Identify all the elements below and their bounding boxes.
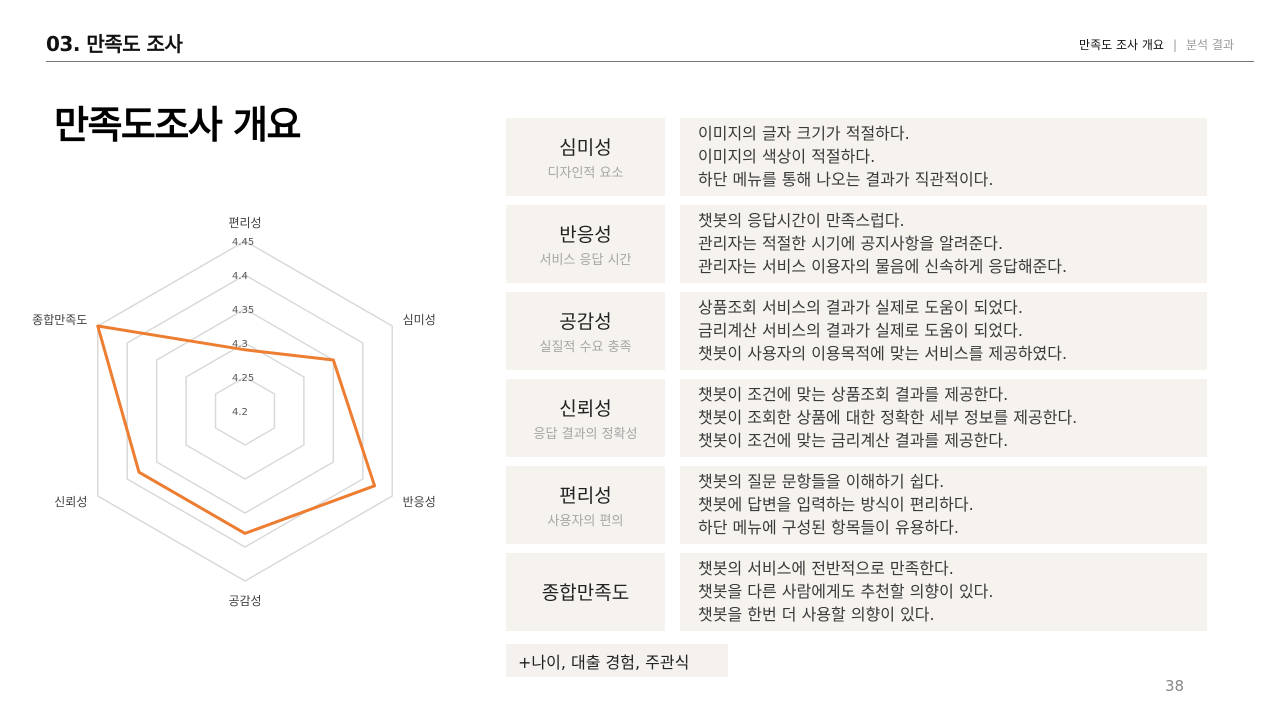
description-line: 상품조회 서비스의 결과가 실제로 도움이 되었다. — [698, 298, 1023, 317]
category-name: 종합만족도 — [541, 581, 630, 604]
category-name: 심미성 — [559, 137, 612, 159]
description-line: 챗봇이 조회한 상품에 대한 정확한 세부 정보를 제공한다. — [698, 408, 1078, 427]
description-line: 관리자는 서비스 이용자의 물음에 신속하게 응답해준다. — [698, 257, 1068, 276]
category-row: 종합만족도 챗봇의 서비스에 전반적으로 만족한다. 챗봇을 다른 사람에게도 … — [506, 553, 1207, 631]
description-line: 하단 메뉴에 구성된 항목들이 유용하다. — [698, 518, 959, 537]
category-description: 챗봇의 서비스에 전반적으로 만족한다. 챗봇을 다른 사람에게도 추천할 의향… — [680, 553, 1207, 631]
description-line: 챗봇에 답변을 입력하는 방식이 편리하다. — [698, 495, 974, 514]
category-name: 신뢰성 — [559, 398, 612, 420]
category-cell: 종합만족도 — [506, 553, 665, 631]
radar-axis-label: 공감성 — [228, 594, 261, 608]
radar-axis-label: 심미성 — [403, 313, 436, 327]
category-subtitle: 실질적 수요 충족 — [539, 340, 632, 355]
page-number: 38 — [1165, 677, 1185, 695]
category-subtitle: 디자인적 요소 — [547, 166, 624, 181]
category-description: 챗봇의 질문 문항들을 이해하기 쉽다. 챗봇에 답변을 입력하는 방식이 편리… — [680, 466, 1207, 544]
category-description: 챗봇이 조건에 맞는 상품조회 결과를 제공한다. 챗봇이 조회한 상품에 대한… — [680, 379, 1207, 457]
extra-note: +나이, 대출 경험, 주관식 — [506, 644, 728, 677]
page-title: 만족도조사 개요 — [54, 103, 301, 147]
description-line: 이미지의 글자 크기가 적절하다. — [698, 124, 910, 143]
nav-separator: | — [1172, 38, 1178, 52]
description-line: 챗봇이 조건에 맞는 상품조회 결과를 제공한다. — [698, 385, 1009, 404]
header-divider — [46, 61, 1254, 62]
category-name: 공감성 — [559, 311, 612, 333]
category-row: 반응성 서비스 응답 시간 챗봇의 응답시간이 만족스럽다. 관리자는 적절한 … — [506, 205, 1207, 283]
category-cell: 공감성 실질적 수요 충족 — [506, 292, 665, 370]
category-name: 편리성 — [559, 485, 612, 507]
breadcrumb-nav: 만족도 조사 개요 | 분석 결과 — [1079, 36, 1234, 53]
description-line: 챗봇의 질문 문항들을 이해하기 쉽다. — [698, 472, 945, 491]
section-title: 03. 만족도 조사 — [46, 32, 183, 56]
radar-tick-label: 4.45 — [232, 237, 254, 248]
category-cell: 편리성 사용자의 편의 — [506, 466, 665, 544]
radar-tick-label: 4.35 — [232, 305, 254, 316]
category-row: 신뢰성 응답 결과의 정확성 챗봇이 조건에 맞는 상품조회 결과를 제공한다.… — [506, 379, 1207, 457]
radar-tick-label: 4.2 — [232, 407, 248, 418]
category-subtitle: 서비스 응답 시간 — [539, 253, 632, 268]
radar-axis-label: 반응성 — [403, 495, 436, 509]
radar-chart: 4.24.254.34.354.44.45편리성심미성반응성공감성신뢰성종합만족… — [32, 216, 436, 608]
description-line: 하단 메뉴를 통해 나오는 결과가 직관적이다. — [698, 170, 994, 189]
description-line: 이미지의 색상이 적절하다. — [698, 147, 876, 166]
radar-axis-label: 신뢰성 — [54, 495, 87, 509]
category-description: 상품조회 서비스의 결과가 실제로 도움이 되었다. 금리계산 서비스의 결과가… — [680, 292, 1207, 370]
radar-tick-label: 4.4 — [232, 271, 248, 282]
description-line: 챗봇의 응답시간이 만족스럽다. — [698, 211, 905, 230]
category-subtitle: 응답 결과의 정확성 — [533, 427, 638, 442]
description-line: 챗봇을 한번 더 사용할 의향이 있다. — [698, 605, 935, 624]
category-subtitle: 사용자의 편의 — [547, 514, 624, 529]
nav-item-results[interactable]: 분석 결과 — [1186, 38, 1234, 52]
category-description: 챗봇의 응답시간이 만족스럽다. 관리자는 적절한 시기에 공지사항을 알려준다… — [680, 205, 1207, 283]
description-line: 금리계산 서비스의 결과가 실제로 도움이 되었다. — [698, 321, 1023, 340]
radar-axis-label: 종합만족도 — [32, 313, 87, 327]
category-name: 반응성 — [559, 224, 612, 246]
category-cell: 신뢰성 응답 결과의 정확성 — [506, 379, 665, 457]
category-description: 이미지의 글자 크기가 적절하다. 이미지의 색상이 적절하다. 하단 메뉴를 … — [680, 118, 1207, 196]
category-cell: 심미성 디자인적 요소 — [506, 118, 665, 196]
description-line: 챗봇이 조건에 맞는 금리계산 결과를 제공한다. — [698, 431, 1009, 450]
description-line: 챗봇을 다른 사람에게도 추천할 의향이 있다. — [698, 582, 994, 601]
description-line: 관리자는 적절한 시기에 공지사항을 알려준다. — [698, 234, 1004, 253]
radar-axis-label: 편리성 — [228, 216, 261, 230]
category-cell: 반응성 서비스 응답 시간 — [506, 205, 665, 283]
radar-tick-label: 4.25 — [232, 373, 254, 384]
category-row: 공감성 실질적 수요 충족 상품조회 서비스의 결과가 실제로 도움이 되었다.… — [506, 292, 1207, 370]
category-row: 심미성 디자인적 요소 이미지의 글자 크기가 적절하다. 이미지의 색상이 적… — [506, 118, 1207, 196]
category-row: 편리성 사용자의 편의 챗봇의 질문 문항들을 이해하기 쉽다. 챗봇에 답변을… — [506, 466, 1207, 544]
nav-item-overview[interactable]: 만족도 조사 개요 — [1079, 38, 1164, 52]
description-line: 챗봇의 서비스에 전반적으로 만족한다. — [698, 559, 954, 578]
description-line: 챗봇이 사용자의 이용목적에 맞는 서비스를 제공하였다. — [698, 344, 1068, 363]
